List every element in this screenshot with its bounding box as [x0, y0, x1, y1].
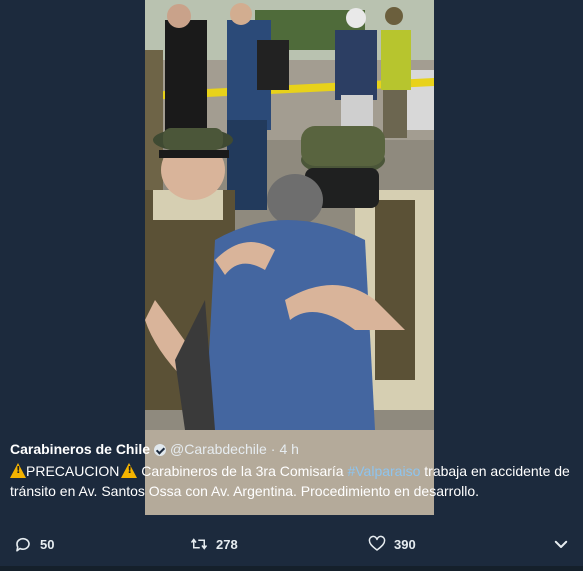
retweet-icon	[190, 538, 208, 550]
hashtag-link[interactable]: #Valparaiso	[347, 463, 420, 479]
reply-button[interactable]: 50	[14, 535, 54, 553]
reply-count: 50	[40, 536, 55, 552]
heart-icon	[368, 535, 386, 551]
author-name[interactable]: Carabineros de Chile	[10, 440, 150, 459]
warning-icon	[10, 463, 26, 478]
tweet-actions: 50 278 390	[0, 527, 583, 561]
tweet-text-precaucion: PRECAUCION	[26, 463, 120, 479]
tweet-text: PRECAUCION Carabineros de la 3ra Comisar…	[10, 461, 573, 501]
tweet-content: Carabineros de Chile @Carabdechile · 4 h…	[0, 440, 583, 501]
tweet-header: Carabineros de Chile @Carabdechile · 4 h	[10, 440, 573, 459]
like-button[interactable]: 390	[368, 535, 416, 553]
tweet-text-part2: Carabineros de la 3ra Comisaría	[137, 463, 348, 479]
tweet-card[interactable]: Carabineros de Chile @Carabdechile · 4 h…	[0, 0, 583, 571]
meta-separator: ·	[270, 441, 276, 457]
verified-badge-icon	[154, 443, 167, 456]
reply-icon	[16, 537, 30, 552]
tweet-timestamp[interactable]: 4 h	[279, 440, 298, 459]
retweet-count: 278	[216, 536, 238, 552]
retweet-button[interactable]: 278	[190, 535, 238, 553]
tweet-photo[interactable]	[145, 0, 434, 515]
author-handle[interactable]: @Carabdechile	[170, 440, 267, 459]
tweet-divider	[0, 566, 583, 571]
chevron-down-icon	[554, 540, 568, 548]
photo-illustration	[145, 0, 434, 515]
like-count: 390	[394, 536, 416, 552]
more-options-button[interactable]	[552, 535, 570, 553]
warning-icon	[121, 463, 138, 478]
